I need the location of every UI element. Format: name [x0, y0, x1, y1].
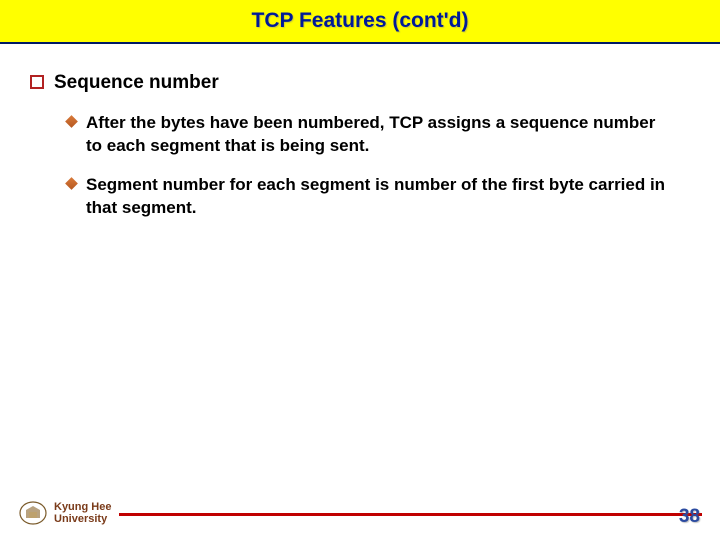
slide-title: TCP Features (cont'd) — [252, 9, 469, 33]
footer: Kyung Hee University 38 — [0, 500, 720, 526]
content-area: Sequence number After the bytes have bee… — [0, 44, 720, 220]
footer-divider — [119, 513, 702, 516]
square-bullet-icon — [30, 75, 44, 89]
university-line1: Kyung Hee — [54, 501, 111, 513]
footer-row: Kyung Hee University — [18, 500, 702, 526]
main-bullet: Sequence number — [30, 72, 690, 94]
main-bullet-text: Sequence number — [54, 72, 219, 94]
sub-bullet: After the bytes have been numbered, TCP … — [66, 112, 690, 158]
sub-bullet-text: Segment number for each segment is numbe… — [86, 174, 670, 220]
university-logo-icon — [18, 500, 48, 526]
sub-bullet-text: After the bytes have been numbered, TCP … — [86, 112, 670, 158]
university-name: Kyung Hee University — [54, 501, 111, 525]
page-number: 38 — [679, 506, 700, 528]
title-bar: TCP Features (cont'd) — [0, 0, 720, 44]
sub-bullet: Segment number for each segment is numbe… — [66, 174, 690, 220]
diamond-bullet-icon — [66, 178, 78, 190]
university-line2: University — [54, 513, 111, 525]
diamond-bullet-icon — [66, 116, 78, 128]
